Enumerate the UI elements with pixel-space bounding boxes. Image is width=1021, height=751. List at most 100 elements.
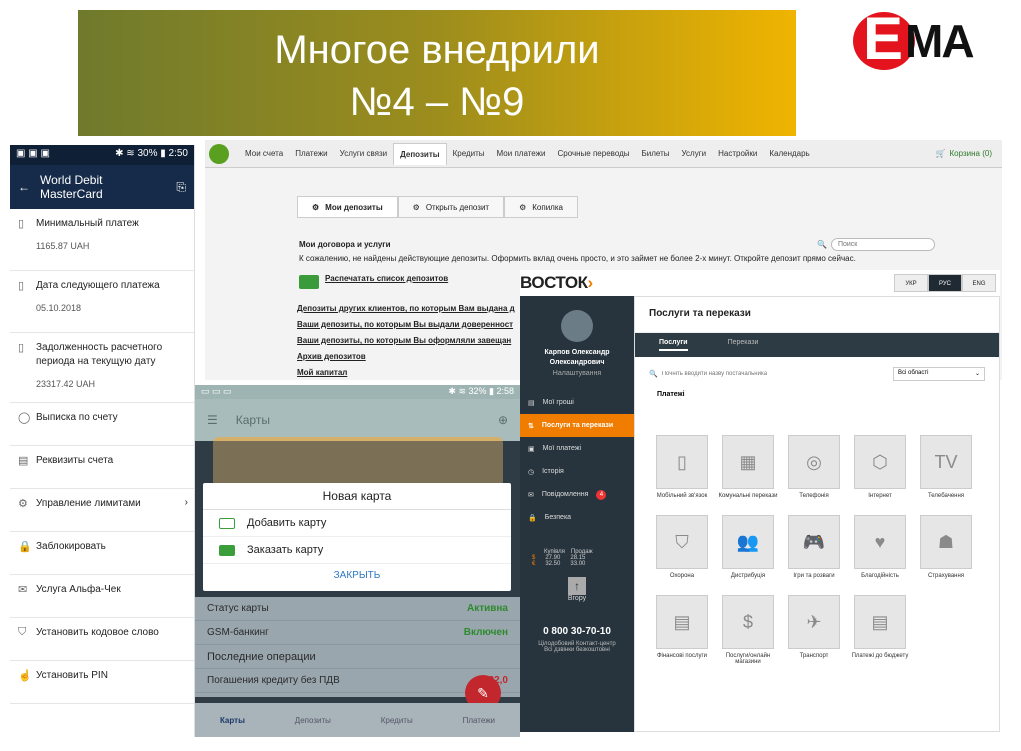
avatar	[561, 310, 593, 342]
lang-button[interactable]: ENG	[962, 274, 996, 292]
service-icon: ▤	[854, 595, 906, 649]
hand-icon: ☝	[18, 670, 32, 682]
tab-transfers[interactable]: Перекази	[728, 339, 759, 351]
lang-button[interactable]: РУС	[928, 274, 962, 292]
title-line-2: №4 – №9	[349, 80, 525, 124]
service-icon: ✈	[788, 595, 840, 649]
sidebar-item[interactable]: ⇅ Послуги та перекази	[520, 414, 634, 437]
list-item-value: 23317.42 UAH	[36, 379, 96, 389]
list-item-value: 1165.87 UAH	[36, 241, 90, 251]
list-item-label: Заблокировать	[36, 541, 106, 552]
service-tile[interactable]: ♥ Благодійність	[847, 515, 913, 579]
vostok-banking-app: ВОСТОК› УКР РУС ENG Карпов Олександр Олекс…	[520, 270, 1000, 732]
list-item[interactable]: 🔒 Заблокировать	[10, 532, 194, 575]
add-card-option[interactable]: Добавить карту	[203, 510, 511, 537]
nav-item[interactable]: Платежи	[289, 143, 333, 165]
list-item-label: Услуга Альфа-Чек	[36, 584, 121, 595]
lang-button[interactable]: УКР	[894, 274, 928, 292]
close-button[interactable]: ЗАКРЫТЬ	[203, 564, 511, 587]
nav-payments[interactable]: Платежи	[463, 716, 495, 725]
list-item-value: 05.10.2018	[36, 303, 82, 313]
sidebar-item[interactable]: ▣ Мої платежі	[520, 437, 634, 460]
list-item[interactable]: ▯ Дата следующего платежа 05.10.2018	[10, 271, 194, 333]
sidebar-item[interactable]: 🔒 Безпека	[520, 506, 634, 529]
deposit-link[interactable]: Ваши депозиты, по которым Вы выдали дове…	[297, 320, 515, 329]
nav-credits[interactable]: Кредиты	[381, 716, 413, 725]
section-title: Мои договора и услуги	[299, 240, 391, 249]
nav-item[interactable]: Услуги связи	[334, 143, 393, 165]
service-tile[interactable]: ▤ Фінансові послуги	[649, 595, 715, 659]
card-menu-icon[interactable]: ⎘	[176, 180, 186, 195]
list-item[interactable]: ▯ Задолженность расчетного периода на тек…	[10, 333, 194, 403]
sidebar-item[interactable]: ▤ Мої гроші	[520, 391, 634, 414]
nav-item[interactable]: Услуги	[676, 143, 713, 165]
service-tile[interactable]: 👥 Дистрибуція	[715, 515, 781, 579]
nav-item[interactable]: Депозиты	[393, 142, 447, 165]
nav-item[interactable]: Кредиты	[447, 143, 491, 165]
list-item[interactable]: ▯ Минимальный платеж 1165.87 UAH	[10, 209, 194, 271]
nav-item[interactable]: Срочные переводы	[551, 143, 635, 165]
region-select[interactable]: Всі області ⌄	[893, 367, 985, 381]
deposit-link[interactable]: Депозиты других клиентов, по которым Вам…	[297, 304, 515, 313]
nav-item[interactable]: Мои платежи	[491, 143, 552, 165]
list-item[interactable]: ◯ Выписка по счету	[10, 403, 194, 446]
nav-item[interactable]: Календарь	[763, 143, 815, 165]
service-icon: ▯	[656, 435, 708, 489]
service-tile[interactable]: ⬡ Інтернет	[847, 435, 913, 499]
list-item[interactable]: ⚙ Управление лимитами ›	[10, 489, 194, 532]
status-bar: ▣ ▣ ▣ ✱ ≋ 30% ▮ 2:50	[10, 145, 194, 165]
card-icon: ▯	[18, 342, 25, 354]
transfer-icon: ⇅	[528, 422, 534, 430]
upload-button[interactable]: ↑ Вгору	[520, 577, 634, 602]
service-tile[interactable]: ☗ Страхування	[913, 515, 979, 579]
ema-logo: Е MA	[853, 5, 993, 72]
nav-item[interactable]: Мои счета	[239, 143, 289, 165]
cart-link[interactable]: 🛒 Корзина (0)	[936, 149, 992, 158]
back-arrow-icon[interactable]: ←	[18, 180, 30, 194]
limits-icon: ⚙	[18, 498, 28, 510]
page-title: Карты	[235, 413, 270, 427]
tab-icon: ⚙	[412, 202, 420, 212]
service-tile[interactable]: ▤ Платежі до бюджету	[847, 595, 913, 659]
gsm-row: GSM-банкинг Включен	[195, 621, 520, 645]
service-tile[interactable]: $ Послуги/онлайн магазини	[715, 595, 781, 665]
service-tile[interactable]: ▯ Мобільний зв'язок	[649, 435, 715, 499]
top-nav: Мои счета Платежи Услуги связи Депозиты Кред…	[205, 140, 1002, 168]
list-item[interactable]: ▤ Реквизиты счета	[10, 446, 194, 489]
sidebar-item[interactable]: ◷ Історія	[520, 460, 634, 483]
deposit-tab[interactable]: ⚙ Открыть депозит	[397, 196, 505, 218]
menu-icon[interactable]: ☰	[207, 413, 218, 427]
service-icon: ◎	[788, 435, 840, 489]
provider-search[interactable]	[661, 371, 862, 377]
service-tile[interactable]: ⛉ Охорона	[649, 515, 715, 579]
settings-link[interactable]: Налаштування	[520, 370, 634, 377]
list-item[interactable]: ✉ Услуга Альфа-Чек	[10, 575, 194, 618]
tab-services[interactable]: Послуги	[659, 339, 688, 351]
list-item[interactable]: ☝ Установить PIN	[10, 661, 194, 704]
service-tile[interactable]: ◎ Телефонія	[781, 435, 847, 499]
sidebar-item[interactable]: ✉ Повідомлення 4	[520, 483, 634, 506]
chevron-right-icon: ›	[184, 497, 188, 508]
list-item[interactable]: ⛉ Установить кодовое слово	[10, 618, 194, 661]
nav-deposits[interactable]: Депозиты	[295, 716, 331, 725]
list-item-label: Минимальный платеж	[36, 218, 139, 229]
service-tile[interactable]: 🎮 Ігри та розваги	[781, 515, 847, 579]
deposit-link[interactable]: Ваши депозиты, по которым Вы оформляли з…	[297, 336, 515, 345]
nav-item[interactable]: Билеты	[636, 143, 676, 165]
deposit-link[interactable]: Архив депозитов	[297, 352, 515, 361]
order-card-option[interactable]: Заказать карту	[203, 537, 511, 564]
service-icon: $	[722, 595, 774, 649]
service-tile[interactable]: ✈ Транспорт	[781, 595, 847, 659]
nav-cards[interactable]: Карты	[220, 716, 245, 725]
mail-icon: ✉	[18, 584, 28, 596]
service-tile[interactable]: TV Телебачення	[913, 435, 979, 499]
doc-icon: ▤	[18, 455, 29, 467]
deposit-tab[interactable]: ⚙ Мои депозиты	[297, 196, 398, 218]
print-link[interactable]: Распечатать список депозитов	[325, 274, 448, 283]
service-tile[interactable]: ▦ Комунальні перекази	[715, 435, 781, 499]
nav-item[interactable]: Настройки	[712, 143, 763, 165]
search-input[interactable]	[830, 238, 935, 251]
add-icon[interactable]: ⊕	[498, 413, 508, 427]
deposit-link[interactable]: Мой капитал	[297, 368, 515, 377]
deposit-tab[interactable]: ⚙ Копилка	[504, 196, 578, 218]
